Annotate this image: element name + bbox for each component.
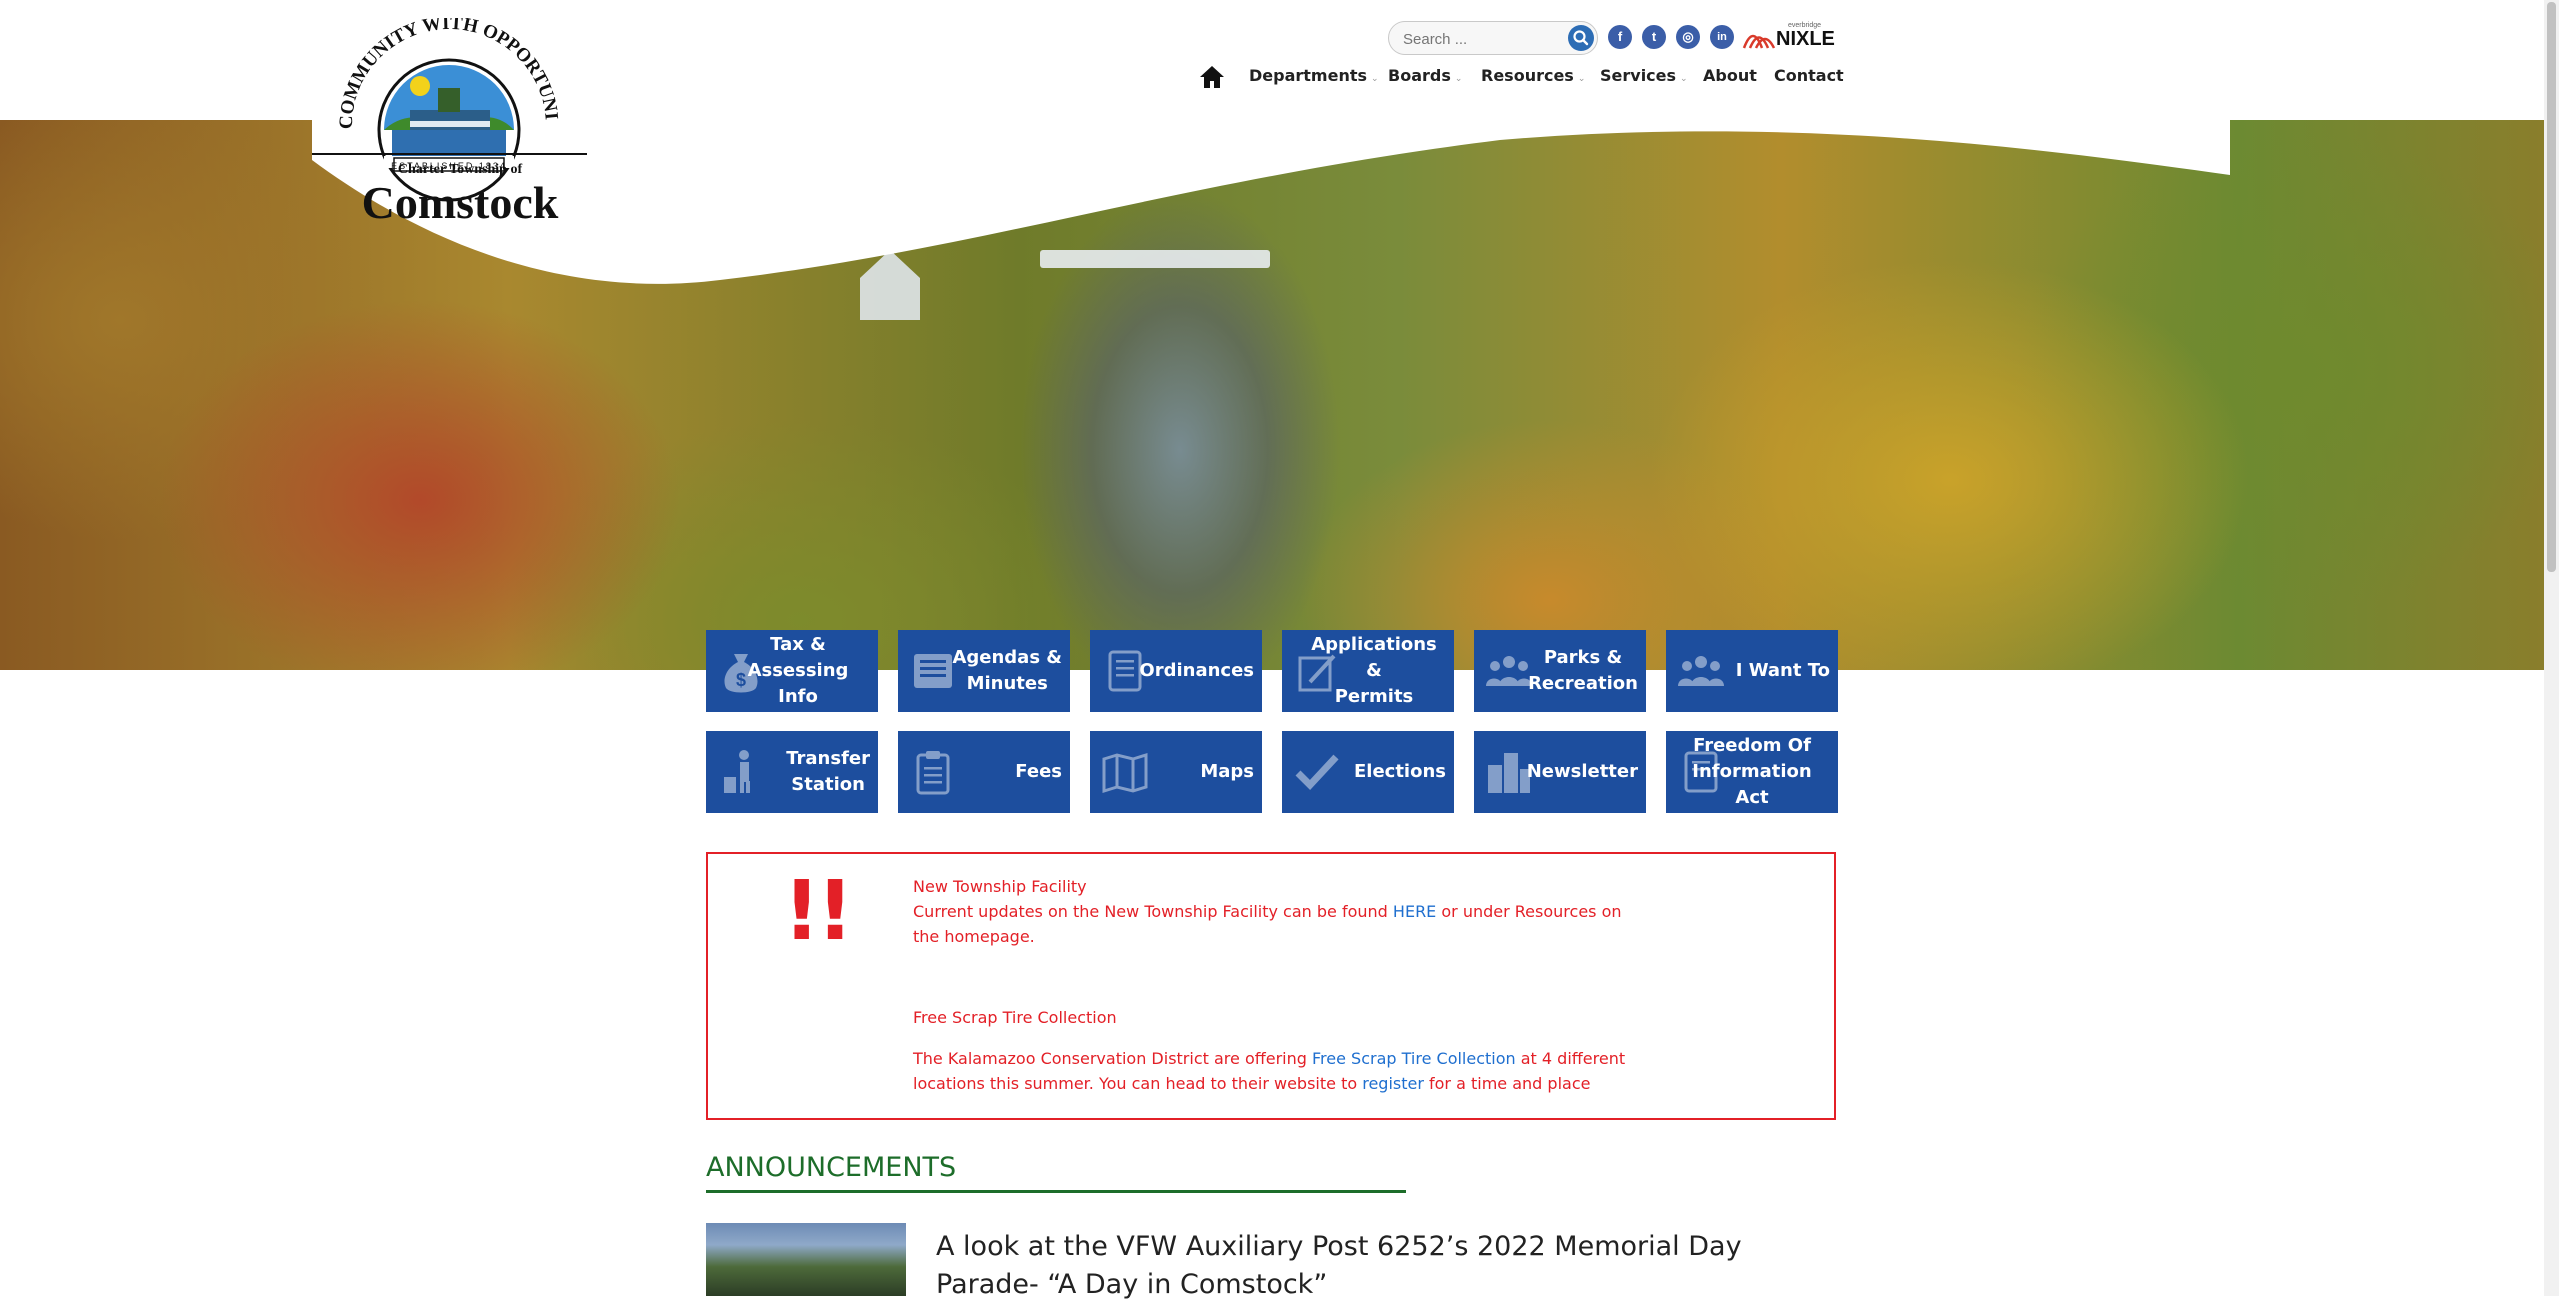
scrollbar-thumb[interactable]: [2547, 2, 2556, 572]
tile-agendas-minutes[interactable]: Agendas & Minutes: [898, 630, 1070, 712]
chevron-down-icon: ⌄: [1577, 74, 1586, 84]
tile-label: Freedom Of Information Act: [1692, 735, 1812, 808]
search-input[interactable]: [1401, 27, 1565, 51]
tile-label: Newsletter: [1526, 761, 1638, 782]
search-button[interactable]: [1568, 25, 1594, 51]
nav-label: Resources: [1481, 66, 1574, 85]
logo-subtitle: Charter Township of: [398, 162, 523, 177]
tile-label: Agendas & Minutes: [952, 647, 1062, 694]
announcements-divider: [706, 1190, 1406, 1193]
tile-newsletter[interactable]: Newsletter: [1474, 731, 1646, 813]
tile-label: Parks & Recreation: [1528, 647, 1638, 694]
announcements-heading: ANNOUNCEMENTS: [706, 1152, 957, 1183]
nav-label: About: [1703, 66, 1757, 85]
nav-label: Contact: [1774, 66, 1844, 85]
facebook-icon[interactable]: f: [1608, 25, 1632, 49]
nixle-label: NIXLE: [1776, 28, 1835, 50]
nixle-link[interactable]: everbridge NIXLE: [1742, 22, 1838, 54]
search-box[interactable]: [1388, 21, 1598, 55]
tile-label: Maps: [1200, 761, 1254, 782]
chevron-down-icon: ⌄: [1371, 74, 1379, 84]
home-icon[interactable]: [1199, 64, 1225, 90]
chevron-down-icon: ⌄: [1454, 74, 1463, 84]
instagram-icon[interactable]: ◎: [1676, 25, 1700, 49]
nav-departments[interactable]: Departments ⌄: [1249, 66, 1379, 92]
tile-applications-permits[interactable]: Applications & Permits: [1282, 630, 1454, 712]
township-logo[interactable]: A COMMUNITY WITH OPPORTUNITY ESTABLISHED…: [312, 18, 587, 223]
chevron-down-icon: ⌄: [1680, 74, 1688, 84]
nav-label: Services: [1600, 66, 1677, 85]
nav-label: Departments: [1249, 66, 1368, 85]
alert-facility-text: Current updates on the New Township Faci…: [913, 902, 1622, 946]
nav-boards[interactable]: Boards ⌄: [1388, 66, 1462, 92]
alert-notice: !! New Township Facility Current updates…: [706, 852, 1836, 1120]
scrap-tire-link[interactable]: Free Scrap Tire Collection: [1312, 1049, 1516, 1068]
tile-i-want-to[interactable]: I Want To: [1666, 630, 1838, 712]
nav-contact[interactable]: Contact: [1774, 66, 1844, 92]
linkedin-icon[interactable]: in: [1710, 25, 1734, 49]
alert-facility-title: New Township Facility: [913, 877, 1087, 896]
tile-tax-assessing[interactable]: $ Tax & Assessing Info: [706, 630, 878, 712]
tile-label: I Want To: [1735, 660, 1830, 681]
tile-transfer-station[interactable]: Transfer Station: [706, 731, 878, 813]
alert-tire-title: Free Scrap Tire Collection: [913, 1008, 1117, 1027]
announcement-headline-link[interactable]: A look at the VFW Auxiliary Post 6252’s …: [936, 1228, 1846, 1304]
tile-foia[interactable]: Freedom Of Information Act: [1666, 731, 1838, 813]
tile-ordinances[interactable]: Ordinances: [1090, 630, 1262, 712]
page-scrollbar[interactable]: [2544, 0, 2559, 1296]
tile-maps[interactable]: Maps: [1090, 731, 1262, 813]
tile-parks-recreation[interactable]: Parks & Recreation: [1474, 630, 1646, 712]
nixle-logo-icon: [1742, 34, 1776, 49]
tile-label: Transfer Station: [786, 748, 870, 795]
logo-name: Comstock: [362, 177, 559, 223]
tile-fees[interactable]: Fees: [898, 731, 1070, 813]
tile-label: Applications & Permits: [1311, 634, 1437, 707]
twitter-icon[interactable]: t: [1642, 25, 1666, 49]
alert-tire-text: The Kalamazoo Conservation District are …: [913, 1049, 1626, 1093]
announcement-thumbnail[interactable]: [706, 1223, 906, 1296]
here-link[interactable]: HERE: [1393, 902, 1436, 921]
nav-label: Boards: [1388, 66, 1451, 85]
tile-label: Ordinances: [1139, 660, 1254, 681]
tile-label: Tax & Assessing Info: [747, 634, 849, 707]
tile-elections[interactable]: Elections: [1282, 731, 1454, 813]
nav-resources[interactable]: Resources ⌄: [1481, 66, 1585, 92]
nav-services[interactable]: Services ⌄: [1600, 66, 1688, 92]
tile-label: Elections: [1353, 761, 1446, 782]
tile-label: Fees: [1015, 761, 1062, 782]
register-link[interactable]: register: [1362, 1074, 1424, 1093]
nav-about[interactable]: About: [1703, 66, 1757, 92]
alert-icon: !!: [783, 864, 854, 959]
search-icon: [1573, 30, 1589, 46]
